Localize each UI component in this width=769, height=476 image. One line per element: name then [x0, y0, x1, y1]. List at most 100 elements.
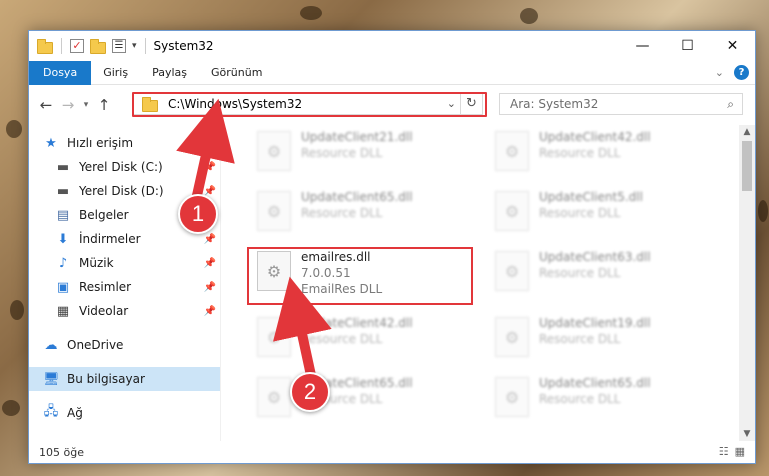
- file-item[interactable]: ⚙ UpdateClient65.dll Resource DLL: [251, 185, 471, 241]
- dll-file-icon: ⚙: [495, 191, 529, 231]
- vertical-scrollbar[interactable]: ▲ ▼: [739, 125, 755, 441]
- file-highlight-box: [247, 247, 473, 305]
- search-box[interactable]: ⌕: [499, 93, 743, 115]
- large-icons-view-icon[interactable]: ▦: [735, 445, 745, 458]
- pin-icon: 📌: [203, 233, 216, 245]
- nav-item-local-disk-c[interactable]: ▬ Yerel Disk (C:) 📌: [29, 155, 220, 179]
- up-arrow-icon[interactable]: ↑: [93, 96, 115, 114]
- file-description: Resource DLL: [301, 206, 383, 220]
- help-icon[interactable]: ?: [734, 65, 749, 80]
- properties-check-icon[interactable]: ✓: [70, 39, 84, 53]
- minimize-button[interactable]: —: [620, 31, 665, 61]
- file-item[interactable]: ⚙ UpdateClient63.dll Resource DLL: [489, 245, 709, 301]
- star-icon: ★: [45, 135, 57, 151]
- file-name: UpdateClient5.dll: [539, 190, 643, 204]
- nav-item-onedrive[interactable]: ☁ OneDrive: [29, 333, 220, 357]
- nav-item-label: OneDrive: [67, 338, 124, 352]
- file-item[interactable]: ⚙ UpdateClient21.dll Resource DLL: [251, 125, 471, 181]
- toolbar-separator: [61, 38, 62, 54]
- scrollbar-thumb[interactable]: [742, 141, 752, 191]
- file-item[interactable]: ⚙ UpdateClient42.dll Resource DLL: [489, 125, 709, 181]
- nav-item-label: Bu bilgisayar: [67, 372, 145, 386]
- tab-share[interactable]: Paylaş: [140, 61, 199, 85]
- file-name: UpdateClient65.dll: [301, 190, 413, 204]
- ribbon-tabs: Dosya Giriş Paylaş Görünüm ⌄ ?: [29, 60, 755, 85]
- back-arrow-icon[interactable]: ←: [35, 96, 57, 114]
- nav-item-pictures[interactable]: ▣ Resimler 📌: [29, 275, 220, 299]
- file-name: UpdateClient42.dll: [539, 130, 651, 144]
- status-bar: 105 öğe ☷ ▦: [29, 441, 755, 463]
- file-description: Resource DLL: [301, 146, 383, 160]
- explorer-window: ✓ ☰ ▾ System32 — ☐ ✕ Dosya Giriş Paylaş …: [28, 30, 756, 464]
- file-description: Resource DLL: [539, 146, 621, 160]
- item-count: 105 öğe: [39, 445, 84, 459]
- scroll-down-icon[interactable]: ▼: [739, 429, 755, 439]
- dll-file-icon: ⚙: [495, 131, 529, 171]
- nav-item-videos[interactable]: ▦ Videolar 📌: [29, 299, 220, 323]
- tab-home[interactable]: Giriş: [91, 61, 140, 85]
- dll-file-icon: ⚙: [495, 377, 529, 417]
- step-badge-2: 2: [290, 372, 330, 412]
- dll-file-icon: ⚙: [495, 317, 529, 357]
- nav-item-label: Resimler: [79, 280, 132, 294]
- file-item[interactable]: ⚙ UpdateClient65.dll Resource DLL: [251, 371, 471, 427]
- file-item[interactable]: ⚙ UpdateClient5.dll Resource DLL: [489, 185, 709, 241]
- background-spot: [758, 200, 768, 222]
- background-spot: [10, 300, 24, 320]
- title-bar: ✓ ☰ ▾ System32 — ☐ ✕: [29, 31, 755, 61]
- toolbar-separator: [144, 38, 146, 54]
- file-name: UpdateClient42.dll: [301, 316, 413, 330]
- nav-item-label: İndirmeler: [79, 232, 141, 246]
- file-description: Resource DLL: [539, 206, 621, 220]
- file-name: UpdateClient19.dll: [539, 316, 651, 330]
- music-icon: ♪: [58, 255, 68, 271]
- picture-icon: ▣: [56, 279, 70, 295]
- nav-item-this-pc[interactable]: 🖥 Bu bilgisayar: [29, 367, 220, 391]
- close-button[interactable]: ✕: [710, 31, 755, 61]
- drive-icon: ▬: [56, 159, 70, 175]
- pin-icon: 📌: [203, 161, 216, 173]
- tab-file[interactable]: Dosya: [29, 60, 92, 85]
- background-spot: [300, 6, 322, 20]
- nav-item-label: Yerel Disk (C:): [79, 160, 163, 174]
- nav-item-quick-access[interactable]: ★ Hızlı erişim: [29, 131, 220, 155]
- window-title: System32: [153, 39, 214, 53]
- nav-item-music[interactable]: ♪ Müzik 📌: [29, 251, 220, 275]
- dll-file-icon: ⚙: [257, 131, 291, 171]
- nav-item-label: Ağ: [67, 406, 83, 420]
- window-controls: — ☐ ✕: [620, 31, 755, 61]
- step-badge-1: 1: [178, 194, 218, 234]
- address-highlight-box: [132, 92, 487, 117]
- cloud-icon: ☁: [44, 337, 58, 353]
- file-item[interactable]: ⚙ UpdateClient42.dll Resource DLL: [251, 311, 471, 367]
- nav-item-label: Videolar: [79, 304, 129, 318]
- forward-arrow-icon[interactable]: →: [57, 96, 79, 114]
- search-input[interactable]: [500, 97, 710, 111]
- nav-item-label: Hızlı erişim: [67, 136, 134, 150]
- view-buttons: ☷ ▦: [719, 445, 745, 458]
- file-name: UpdateClient65.dll: [539, 376, 651, 390]
- maximize-button[interactable]: ☐: [665, 31, 710, 61]
- ribbon-right: ⌄ ?: [715, 65, 749, 80]
- file-item[interactable]: ⚙ UpdateClient19.dll Resource DLL: [489, 311, 709, 367]
- search-icon[interactable]: ⌕: [727, 97, 734, 112]
- customize-icon[interactable]: ☰: [112, 39, 126, 53]
- tab-view[interactable]: Görünüm: [199, 61, 274, 85]
- video-icon: ▦: [56, 303, 70, 319]
- details-view-icon[interactable]: ☷: [719, 445, 729, 458]
- pin-icon: 📌: [203, 281, 216, 293]
- dll-file-icon: ⚙: [257, 377, 291, 417]
- file-item[interactable]: ⚙ UpdateClient65.dll Resource DLL: [489, 371, 709, 427]
- pin-icon: 📌: [203, 257, 216, 269]
- dll-file-icon: ⚙: [495, 251, 529, 291]
- chevron-down-icon[interactable]: ▾: [132, 41, 137, 51]
- recent-locations-icon[interactable]: ▾: [79, 100, 93, 110]
- document-icon: ▤: [56, 207, 70, 223]
- new-folder-icon[interactable]: [90, 38, 106, 54]
- file-description: Resource DLL: [539, 332, 621, 346]
- scroll-up-icon[interactable]: ▲: [739, 127, 755, 137]
- nav-item-network[interactable]: 🖧 Ağ: [29, 401, 220, 425]
- background-spot: [6, 120, 22, 138]
- expand-ribbon-icon[interactable]: ⌄: [715, 66, 724, 79]
